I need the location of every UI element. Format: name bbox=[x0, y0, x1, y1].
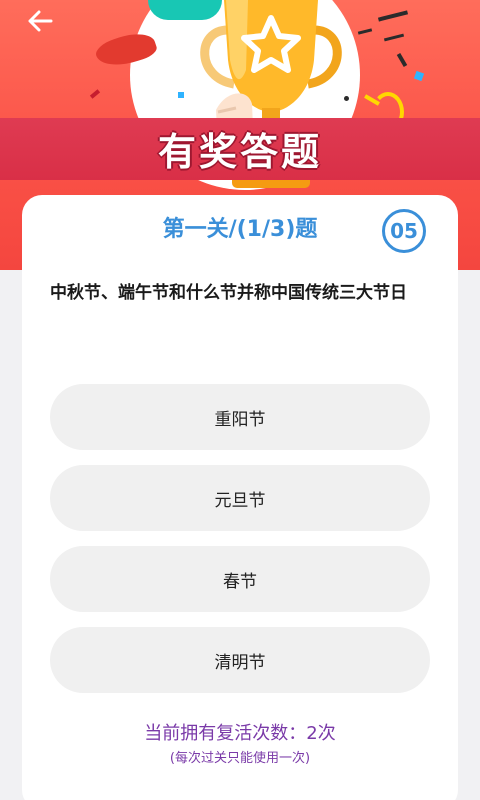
revive-note: (每次过关只能使用一次) bbox=[169, 751, 311, 766]
answer-option[interactable]: 元旦节 bbox=[50, 465, 430, 531]
revive-count: 当前拥有复活次数：2次 bbox=[144, 723, 336, 744]
answer-option[interactable]: 春节 bbox=[50, 546, 430, 612]
answer-option[interactable]: 重阳节 bbox=[50, 384, 430, 450]
confetti bbox=[396, 52, 408, 68]
answer-option-label: 春节 bbox=[223, 571, 257, 592]
countdown-timer: 05 bbox=[382, 209, 426, 253]
answer-option-label: 重阳节 bbox=[214, 409, 266, 430]
confetti bbox=[413, 70, 425, 82]
answer-option-label: 元旦节 bbox=[214, 490, 266, 511]
confetti bbox=[178, 92, 184, 98]
back-button[interactable] bbox=[22, 6, 58, 36]
question-text: 中秋节、端午节和什么节并称中国传统三大节日 bbox=[50, 283, 407, 303]
answer-option-label: 清明节 bbox=[214, 652, 266, 673]
timer-value: 05 bbox=[390, 219, 418, 243]
banner-title: 有奖答题 bbox=[157, 129, 322, 174]
quiz-card: 第一关/(1/3)题 05 中秋节、端午节和什么节并称中国传统三大节日 重阳节 … bbox=[22, 195, 458, 800]
confetti bbox=[357, 28, 373, 35]
confetti bbox=[89, 89, 101, 99]
confetti bbox=[383, 33, 405, 42]
answer-option[interactable]: 清明节 bbox=[50, 627, 430, 693]
arrow-left-icon bbox=[28, 10, 53, 32]
confetti bbox=[377, 10, 409, 22]
